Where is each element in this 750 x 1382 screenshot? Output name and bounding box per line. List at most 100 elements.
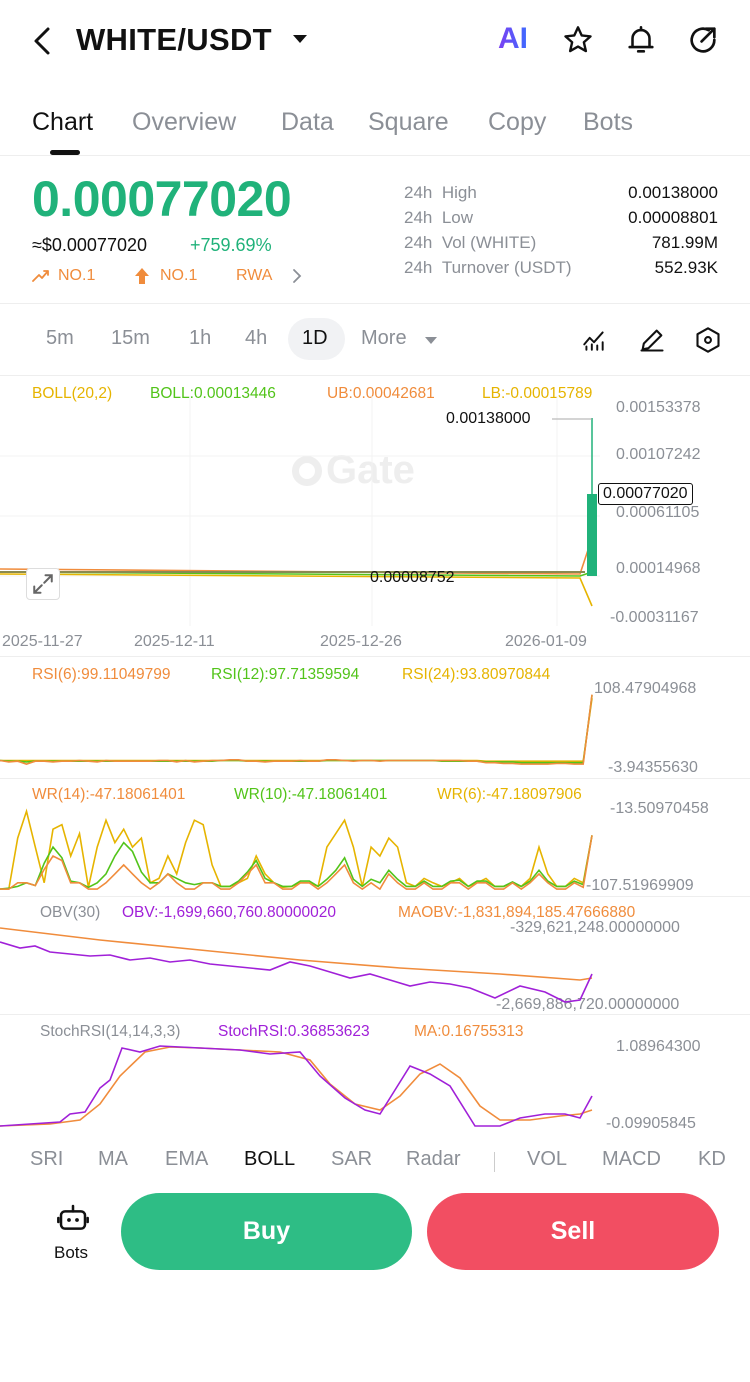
pane-separator — [0, 778, 750, 779]
main-x-tick: 2026-01-09 — [505, 633, 587, 650]
bots-robot-icon[interactable] — [56, 1202, 90, 1234]
rsi24-legend: RSI(24):93.80970844 — [402, 666, 551, 683]
timeframe-more[interactable]: More — [361, 327, 407, 350]
bots-label[interactable]: Bots — [54, 1243, 88, 1263]
rsi12-legend: RSI(12):97.71359594 — [211, 666, 360, 683]
wr-max: -13.50970458 — [610, 800, 709, 817]
obv-legend-value: OBV:-1,699,660,760.80000020 — [122, 904, 337, 921]
more-caret-icon[interactable] — [425, 337, 437, 344]
rsi6-legend: RSI(6):99.11049799 — [32, 666, 171, 683]
stat-high-label: 24h High — [404, 183, 477, 202]
pane-separator — [0, 1014, 750, 1015]
divider — [0, 303, 750, 304]
stoch-max: 1.08964300 — [616, 1038, 701, 1055]
rank-badge-hot[interactable]: NO.1 — [160, 267, 197, 285]
wr-min: -107.51969909 — [586, 877, 694, 894]
high-price-label: 0.00138000 — [446, 410, 531, 427]
expand-chart-button[interactable] — [26, 568, 60, 600]
tab-chart[interactable]: Chart — [32, 108, 93, 137]
hot-arrow-icon — [135, 268, 149, 284]
main-tabs: Chart Overview Data Square Copy Bots — [0, 100, 750, 156]
usd-price: ≈$0.00077020 — [32, 235, 147, 255]
wr10-line — [0, 835, 593, 890]
indicator-tab-sri[interactable]: SRI — [30, 1148, 63, 1171]
rsi-min: -3.94355630 — [608, 759, 698, 776]
main-x-tick: 2025-11-27 — [2, 633, 83, 650]
rsi6-line — [0, 694, 593, 765]
tab-data[interactable]: Data — [281, 108, 334, 137]
stat-low-value: 0.00008801 — [628, 208, 718, 227]
pair-title[interactable]: WHITE/USDT — [76, 22, 272, 58]
star-icon[interactable] — [561, 24, 595, 56]
last-candle — [587, 494, 597, 576]
wr14-line — [0, 835, 593, 890]
obv-legend-name: OBV(30) — [40, 904, 101, 921]
rsi24-line — [0, 698, 593, 762]
stat-vol-label: 24h Vol (WHITE) — [404, 233, 537, 252]
indicator-tab-kd[interactable]: KD — [698, 1148, 726, 1171]
stoch-min: -0.09905845 — [606, 1115, 696, 1132]
back-arrow-icon[interactable] — [30, 26, 54, 56]
indicator-tab-vol[interactable]: VOL — [527, 1148, 567, 1171]
buy-button[interactable]: Buy — [121, 1193, 412, 1270]
timeframe-1d[interactable]: 1D — [302, 327, 328, 350]
sell-button[interactable]: Sell — [427, 1193, 719, 1270]
indicator-tab-macd[interactable]: MACD — [602, 1148, 661, 1171]
timeframe-4h[interactable]: 4h — [245, 327, 267, 350]
indicator-icon[interactable] — [580, 327, 608, 353]
indicator-tab-ma[interactable]: MA — [98, 1148, 128, 1171]
maobv-line — [0, 927, 593, 981]
wr-chart — [0, 808, 593, 890]
share-icon[interactable] — [686, 23, 720, 57]
timeframe-15m[interactable]: 15m — [111, 327, 150, 350]
main-x-tick: 2025-12-26 — [320, 633, 402, 650]
price-change: +759.69% — [190, 235, 272, 255]
tab-overview[interactable]: Overview — [132, 108, 236, 137]
stochrsi-line — [0, 1045, 593, 1127]
wr10-legend: WR(10):-47.18061401 — [234, 786, 388, 803]
chevron-right-icon[interactable] — [292, 268, 302, 284]
rsi-chart — [0, 694, 593, 765]
tab-copy[interactable]: Copy — [488, 108, 546, 137]
indicator-tab-boll[interactable]: BOLL — [244, 1148, 295, 1171]
draw-pencil-icon[interactable] — [638, 326, 666, 354]
category-badge-rwa[interactable]: RWA — [236, 267, 272, 285]
rsi12-line — [0, 695, 593, 764]
header-bar: WHITE/USDT AI — [0, 0, 750, 80]
main-x-tick: 2025-12-11 — [134, 633, 215, 650]
tab-bots[interactable]: Bots — [583, 108, 633, 137]
settings-hex-icon[interactable] — [694, 326, 722, 354]
stoch-legend-ma: MA:0.16755313 — [414, 1023, 524, 1040]
trend-up-icon — [32, 270, 49, 282]
pane-separator — [0, 656, 750, 657]
stoch-chart — [0, 1045, 593, 1127]
rank-badge-gainers[interactable]: NO.1 — [58, 267, 95, 285]
stat-turnover-label: 24h Turnover (USDT) — [404, 258, 572, 277]
timeframe-1h[interactable]: 1h — [189, 327, 211, 350]
indicator-tab-sar[interactable]: SAR — [331, 1148, 372, 1171]
indicator-tab-ema[interactable]: EMA — [165, 1148, 208, 1171]
main-price-chart[interactable] — [0, 376, 750, 656]
stoch-legend-value: StochRSI:0.36853623 — [218, 1023, 370, 1040]
bell-icon[interactable] — [624, 23, 658, 57]
stat-low-label: 24h Low — [404, 208, 474, 227]
indicator-tabs: SRI MA EMA BOLL SAR Radar VOL MACD KD — [0, 1148, 750, 1176]
tab-divider — [494, 1152, 495, 1172]
stoch-legend-name: StochRSI(14,14,3,3) — [40, 1023, 181, 1040]
pair-dropdown-caret-icon[interactable] — [293, 35, 307, 43]
obv-line — [0, 941, 593, 1003]
stoch-ma-line — [0, 1046, 593, 1127]
indicator-tab-radar[interactable]: Radar — [406, 1148, 460, 1171]
wr6-legend: WR(6):-47.18097906 — [437, 786, 582, 803]
obv-chart — [0, 927, 593, 1003]
timeframe-5m[interactable]: 5m — [46, 327, 74, 350]
ai-icon[interactable]: AI — [498, 22, 528, 56]
stat-turnover-value: 552.93K — [654, 258, 718, 277]
wr14-legend: WR(14):-47.18061401 — [32, 786, 186, 803]
active-tab-indicator — [50, 150, 80, 155]
low-price-label: 0.00008752 — [370, 569, 455, 586]
current-price-tag: 0.00077020 — [598, 483, 693, 505]
last-price: 0.00077020 — [32, 171, 292, 227]
tab-square[interactable]: Square — [368, 108, 449, 137]
boll-lower-line — [0, 573, 593, 607]
